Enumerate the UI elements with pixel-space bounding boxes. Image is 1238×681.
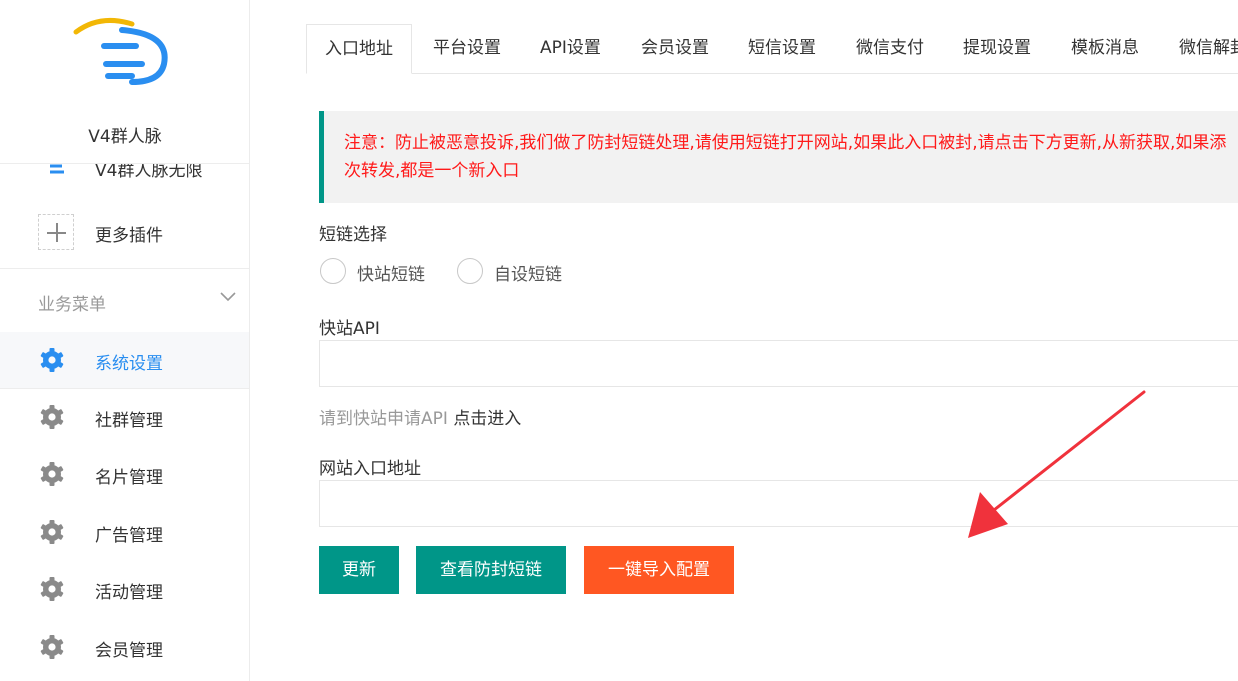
tab-wechat-pay[interactable]: 微信支付 bbox=[856, 24, 924, 74]
import-config-button[interactable]: 一键导入配置 bbox=[584, 546, 734, 594]
menu-item-label: 活动管理 bbox=[95, 583, 163, 603]
tab-template-messages[interactable]: 模板消息 bbox=[1071, 24, 1139, 74]
gear-icon bbox=[40, 405, 64, 429]
tab-api-settings[interactable]: API设置 bbox=[540, 24, 601, 74]
tab-platform-settings[interactable]: 平台设置 bbox=[433, 24, 501, 74]
radio-circle[interactable] bbox=[320, 258, 346, 284]
chevron-down-icon[interactable] bbox=[219, 290, 237, 304]
help-muted-text: 请到快站申请API bbox=[319, 409, 448, 429]
menu-item-label: 广告管理 bbox=[95, 526, 163, 546]
radio-circle[interactable] bbox=[457, 258, 483, 284]
menu-item-cards[interactable]: 名片管理 bbox=[0, 446, 249, 502]
menu-section-title: 业务菜单 bbox=[38, 295, 106, 315]
warning-notice: 注意：防止被恶意投诉,我们做了防封短链处理,请使用短链打开网站,如果此入口被封,… bbox=[319, 111, 1238, 203]
annotation-arrow-icon bbox=[968, 390, 1146, 538]
menu-item-system-settings[interactable]: 系统设置 bbox=[0, 332, 249, 388]
tab-wechat-unblock[interactable]: 微信解封 bbox=[1179, 24, 1238, 74]
brand-name: V4群人脉 bbox=[88, 127, 162, 147]
sidebar: V4群人脉无限 V4群人脉 更多插件 业务菜单 系统设置 社群管理 名片管理 广… bbox=[0, 0, 250, 681]
radio-label: 自设短链 bbox=[494, 265, 562, 285]
view-shortlink-button[interactable]: 查看防封短链 bbox=[416, 546, 566, 594]
kuaizhan-api-input[interactable] bbox=[319, 340, 1238, 387]
plus-icon bbox=[38, 214, 74, 250]
gear-icon bbox=[40, 520, 64, 544]
tab-sms-settings[interactable]: 短信设置 bbox=[748, 24, 816, 74]
help-text: 请到快站申请API 点击进入 bbox=[319, 404, 521, 429]
menu-item-activities[interactable]: 活动管理 bbox=[0, 561, 249, 617]
apply-link[interactable]: 点击进入 bbox=[453, 409, 521, 429]
menu-item-ads[interactable]: 广告管理 bbox=[0, 504, 249, 560]
menu-item-label: 社群管理 bbox=[95, 411, 163, 431]
main-content: 入口地址 平台设置 API设置 会员设置 短信设置 微信支付 提现设置 模板消息… bbox=[250, 0, 1238, 681]
more-plugins-label: 更多插件 bbox=[95, 226, 163, 246]
more-plugins-item[interactable]: 更多插件 bbox=[0, 207, 249, 257]
tab-withdraw-settings[interactable]: 提现设置 bbox=[963, 24, 1031, 74]
tab-entry-address[interactable]: 入口地址 bbox=[306, 24, 412, 74]
app-logo-icon bbox=[73, 17, 168, 85]
tab-bar: 入口地址 平台设置 API设置 会员设置 短信设置 微信支付 提现设置 模板消息… bbox=[306, 24, 1238, 74]
gear-icon bbox=[40, 577, 64, 601]
menu-item-label: 系统设置 bbox=[95, 354, 163, 374]
update-button[interactable]: 更新 bbox=[319, 546, 399, 594]
site-entry-label: 网站入口地址 bbox=[319, 459, 421, 479]
shortlink-label: 短链选择 bbox=[319, 225, 387, 245]
gear-icon bbox=[40, 462, 64, 486]
tab-member-settings[interactable]: 会员设置 bbox=[641, 24, 709, 74]
menu-item-members[interactable]: 会员管理 bbox=[0, 619, 249, 675]
menu-item-label: 会员管理 bbox=[95, 641, 163, 661]
menu-item-community[interactable]: 社群管理 bbox=[0, 389, 249, 445]
notice-line-1: 注意：防止被恶意投诉,我们做了防封短链处理,请使用短链打开网站,如果此入口被封,… bbox=[344, 133, 1227, 153]
menu-item-label: 名片管理 bbox=[95, 468, 163, 488]
radio-label: 快站短链 bbox=[357, 265, 425, 285]
divider bbox=[0, 268, 249, 269]
kuaizhan-api-label: 快站API bbox=[319, 319, 380, 339]
logo-area: V4群人脉 bbox=[0, 0, 249, 164]
gear-icon bbox=[40, 348, 64, 372]
gear-icon bbox=[40, 635, 64, 659]
notice-line-2: 次转发,都是一个新入口 bbox=[344, 161, 520, 181]
